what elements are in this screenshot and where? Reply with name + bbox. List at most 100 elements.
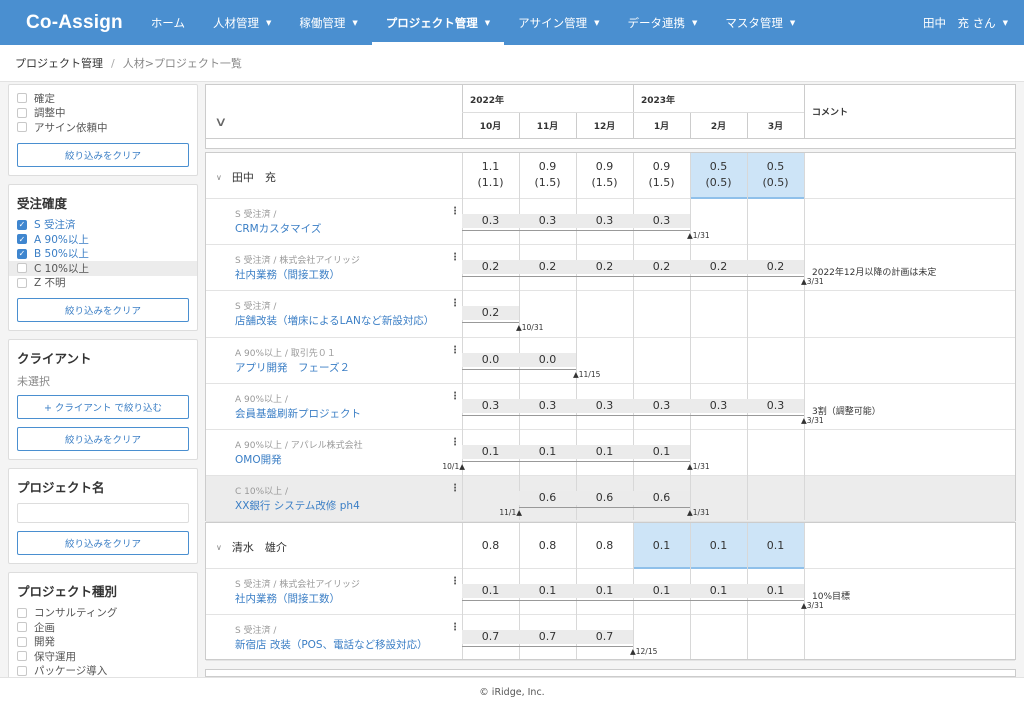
assignment-value: 0.7 bbox=[595, 630, 614, 644]
assignment-value: 0.3 bbox=[595, 214, 614, 227]
more-options-icon[interactable]: ⋮ bbox=[450, 206, 460, 217]
more-options-icon[interactable]: ⋮ bbox=[450, 391, 460, 402]
grid-line bbox=[633, 153, 634, 520]
filter-option[interactable]: 企画 bbox=[17, 620, 189, 635]
person-total-sub: (0.5) bbox=[705, 176, 732, 189]
project-name-link[interactable]: 店舗改装（増床によるLANなど新設対応） bbox=[235, 313, 434, 328]
nav-item-0[interactable]: ホーム bbox=[137, 0, 199, 45]
checkbox[interactable] bbox=[17, 651, 27, 662]
assignment-value: 0.1 bbox=[538, 445, 557, 458]
person-total-value: 0.9 bbox=[652, 160, 671, 173]
clear-status-filter-button[interactable]: 絞り込みをクリア bbox=[17, 142, 189, 167]
project-name-link[interactable]: アプリ開発 フェーズ２ bbox=[235, 360, 350, 375]
filter-sidebar: 確定 調整中 アサイン依頼中 絞り込みをクリア 受注確度 ✓ S 受注済 ✓ A 90%以… bbox=[8, 84, 198, 677]
project-name-link[interactable]: XX銀行 システム改修 ph4 bbox=[235, 498, 360, 513]
assignment-value: 0.1 bbox=[481, 445, 500, 458]
assignment-value: 0.1 bbox=[538, 584, 557, 597]
nav-item-2[interactable]: 稼働管理 ▼ bbox=[285, 0, 371, 45]
checkbox[interactable] bbox=[17, 636, 27, 647]
clear-client-filter-button[interactable]: 絞り込みをクリア bbox=[17, 427, 189, 451]
assignment-value: 0.3 bbox=[481, 398, 500, 412]
filter-option[interactable]: 保守運用 bbox=[17, 649, 189, 664]
filter-option[interactable]: C 10%以上 bbox=[9, 261, 197, 276]
project-name-link[interactable]: 社内業務（間接工数） bbox=[235, 591, 340, 606]
clear-project-name-button[interactable]: 絞り込みをクリア bbox=[17, 530, 189, 555]
assignment-value: 0.2 bbox=[538, 260, 557, 274]
project-subtitle: S 受注済 / bbox=[235, 626, 277, 637]
more-options-icon[interactable]: ⋮ bbox=[450, 483, 460, 494]
project-name-link[interactable]: 会員基盤刷新プロジェクト bbox=[235, 406, 361, 421]
chevron-down-icon[interactable]: ∨ bbox=[214, 115, 227, 130]
nav-item-6[interactable]: マスタ管理 ▼ bbox=[711, 0, 809, 45]
end-date-marker: ▲3/31 bbox=[801, 601, 824, 610]
clear-order-filter-button[interactable]: 絞り込みをクリア bbox=[17, 298, 189, 322]
person-total-value: 0.1 bbox=[709, 539, 728, 552]
checkbox[interactable]: ✓ bbox=[17, 248, 27, 259]
nav-item-1[interactable]: 人材管理 ▼ bbox=[199, 0, 285, 45]
assignment-value: 0.3 bbox=[652, 214, 671, 227]
more-options-icon[interactable]: ⋮ bbox=[450, 345, 460, 356]
checkbox[interactable] bbox=[17, 263, 27, 274]
assignment-value: 0.3 bbox=[766, 398, 785, 412]
filter-option[interactable]: ✓ B 50%以上 bbox=[17, 247, 189, 262]
project-subtitle: A 90%以上 / 取引先０１ bbox=[235, 348, 336, 359]
assignment-value: 0.0 bbox=[538, 352, 557, 366]
checkbox[interactable] bbox=[17, 107, 27, 118]
chevron-down-icon[interactable]: ∨ bbox=[216, 173, 222, 182]
user-menu[interactable]: 田中 充 さん ▼ bbox=[923, 0, 1024, 45]
project-name-link[interactable]: 社内業務（間接工数） bbox=[235, 267, 340, 282]
filter-option[interactable]: コンサルティング bbox=[17, 606, 189, 621]
project-name-link[interactable]: 新宿店 改装（POS、電話など移設対応） bbox=[235, 637, 428, 652]
filter-option[interactable]: 確定 bbox=[17, 91, 189, 106]
project-name-title: プロジェクト名 bbox=[17, 480, 105, 495]
add-client-filter-button[interactable]: + クライアント で絞り込む bbox=[17, 395, 189, 419]
more-options-icon[interactable]: ⋮ bbox=[450, 576, 460, 587]
filter-option[interactable]: 調整中 bbox=[17, 106, 189, 121]
end-date-marker: ▲3/31 bbox=[801, 415, 824, 425]
person-name-row[interactable]: ∨ 田中 充 bbox=[216, 169, 276, 185]
highlight-underline bbox=[747, 197, 804, 199]
nav-item-5[interactable]: データ連携 ▼ bbox=[614, 0, 712, 45]
person-total-cell: 0.5 (0.5) bbox=[690, 153, 747, 199]
checkbox[interactable]: ✓ bbox=[17, 219, 27, 230]
breadcrumb-root[interactable]: プロジェクト管理 bbox=[15, 55, 103, 71]
more-options-icon[interactable]: ⋮ bbox=[450, 437, 460, 448]
project-name-input[interactable] bbox=[17, 502, 189, 523]
project-name-link[interactable]: CRMカスタマイズ bbox=[235, 221, 321, 236]
checkbox[interactable]: ✓ bbox=[17, 234, 27, 245]
filter-option[interactable]: ✓ A 90%以上 bbox=[17, 232, 189, 247]
person-total-value: 0.8 bbox=[481, 539, 500, 552]
checkbox[interactable] bbox=[17, 607, 27, 618]
person-name-row[interactable]: ∨ 清水 雄介 bbox=[216, 539, 287, 555]
filter-option[interactable]: Z 不明 bbox=[17, 276, 189, 291]
more-options-icon[interactable]: ⋮ bbox=[450, 252, 460, 263]
person-total-cell: 0.1 bbox=[690, 523, 747, 569]
checkbox[interactable] bbox=[17, 122, 27, 133]
month-label: 1月 bbox=[653, 122, 670, 132]
assignment-value: 0.1 bbox=[766, 584, 785, 597]
more-options-icon[interactable]: ⋮ bbox=[450, 622, 460, 633]
filter-option[interactable]: ✓ S 受注済 bbox=[17, 218, 189, 233]
chevron-down-icon: ▼ bbox=[265, 18, 272, 27]
person-total-cell: 0.1 bbox=[633, 523, 690, 569]
checkbox[interactable] bbox=[17, 622, 27, 633]
more-options-icon[interactable]: ⋮ bbox=[450, 298, 460, 309]
chevron-down-icon[interactable]: ∨ bbox=[216, 543, 222, 552]
start-date-marker: 10/1▲ bbox=[442, 462, 465, 471]
filter-option[interactable]: アサイン依頼中 bbox=[17, 120, 189, 135]
person-total-value: 1.1 bbox=[481, 160, 500, 173]
filter-option[interactable]: パッケージ導入 bbox=[17, 664, 189, 677]
user-name: 田中 充 さん bbox=[922, 15, 996, 30]
nav-item-label: 稼働管理 bbox=[299, 15, 346, 30]
table-header-spacer bbox=[205, 139, 1016, 149]
project-comment: 3割（調整可能） bbox=[812, 406, 881, 417]
project-name-link[interactable]: OMO開発 bbox=[235, 452, 282, 467]
nav-item-3[interactable]: プロジェクト管理 ▼ bbox=[371, 0, 505, 45]
checkbox[interactable] bbox=[17, 277, 27, 288]
filter-option[interactable]: 開発 bbox=[17, 635, 189, 650]
app-logo[interactable]: Co-Assign bbox=[0, 0, 137, 45]
checkbox[interactable] bbox=[17, 665, 27, 676]
grid-line bbox=[804, 153, 805, 520]
nav-item-4[interactable]: アサイン管理 ▼ bbox=[504, 0, 613, 45]
checkbox[interactable] bbox=[17, 93, 27, 104]
